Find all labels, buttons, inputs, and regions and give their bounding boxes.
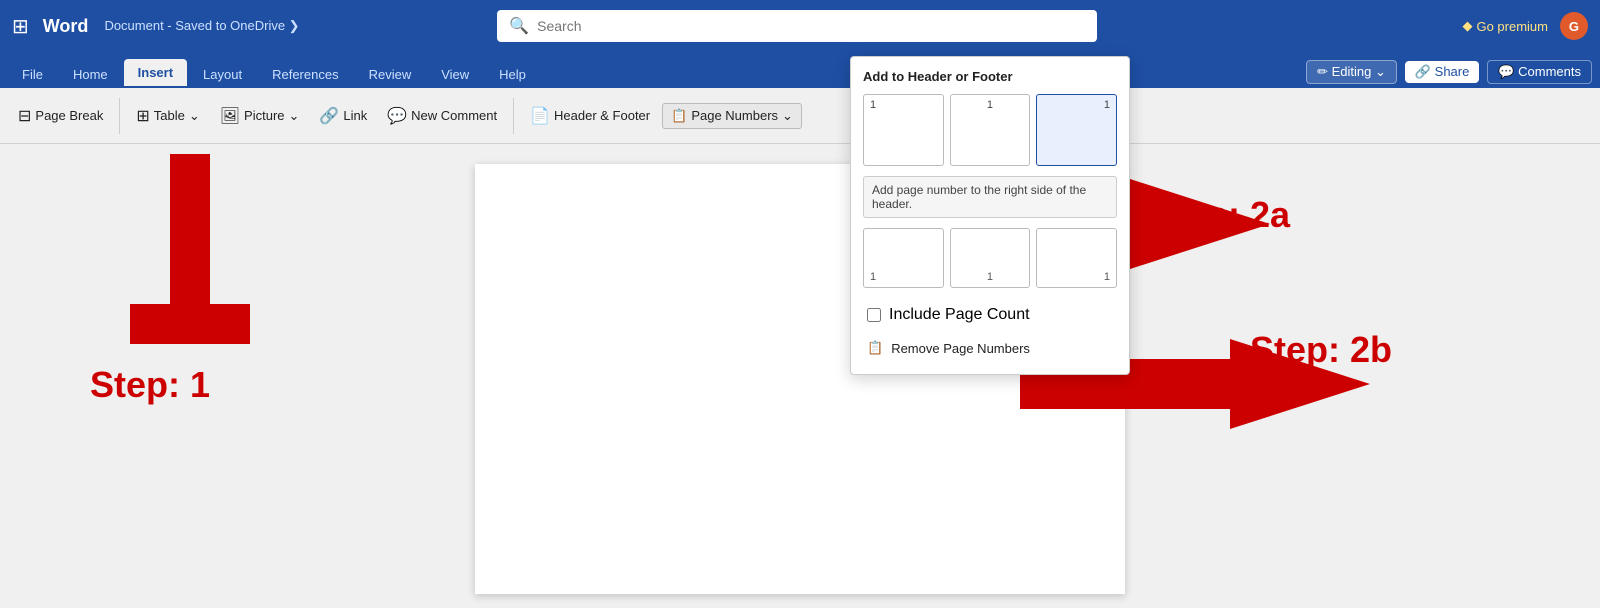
document-area — [0, 144, 1600, 608]
comment-icon: 💬 — [387, 106, 407, 126]
tooltip-box: Add page number to the right side of the… — [863, 176, 1117, 218]
ribbon-toolbar: ⊟ Page Break ⊞ Table ⌄ 🖼 Picture ⌄ 🔗 Lin… — [0, 88, 1600, 144]
page-numbers-icon: 📋 — [671, 108, 687, 124]
page-number-bottom-grid: 1 1 1 — [863, 228, 1117, 288]
tab-insert[interactable]: Insert — [124, 59, 187, 88]
header-footer-button[interactable]: 📄 Header & Footer — [522, 102, 658, 130]
comments-button[interactable]: 💬 Comments — [1487, 60, 1592, 84]
picture-icon: 🖼 — [220, 106, 240, 126]
page-break-icon: ⊟ — [18, 106, 31, 126]
table-icon: ⊞ — [136, 106, 149, 126]
link-button[interactable]: 🔗 Link — [311, 102, 375, 130]
page-number-top-grid: 1 1 1 — [863, 94, 1117, 166]
table-chevron-icon: ⌄ — [189, 108, 200, 124]
page-numbers-dropdown: Add to Header or Footer 1 1 1 Add page n… — [850, 56, 1130, 375]
main-area: Step: 1 Step: 2a Step: 2b — [0, 144, 1600, 608]
document-label: Document - Saved to OneDrive ❯ — [104, 18, 299, 34]
link-icon: 🔗 — [319, 106, 339, 126]
page-num-left-bottom[interactable]: 1 — [863, 228, 944, 288]
diamond-icon: ◆ — [1462, 18, 1472, 34]
page-num-center-bottom[interactable]: 1 — [950, 228, 1031, 288]
page-numbers-button[interactable]: 📋 Page Numbers ⌄ — [662, 103, 802, 129]
picture-button[interactable]: 🖼 Picture ⌄ — [212, 102, 308, 130]
page-num-left-top[interactable]: 1 — [863, 94, 944, 166]
tab-file[interactable]: File — [8, 61, 57, 88]
separator-1 — [119, 98, 120, 134]
page-num-right-bottom[interactable]: 1 — [1036, 228, 1117, 288]
avatar[interactable]: G — [1560, 12, 1588, 40]
include-page-count-input[interactable] — [867, 308, 881, 322]
tab-view[interactable]: View — [427, 61, 483, 88]
page-num-center-top[interactable]: 1 — [950, 94, 1031, 166]
page-num-right-top[interactable]: 1 — [1036, 94, 1117, 166]
tab-review[interactable]: Review — [355, 61, 426, 88]
header-footer-icon: 📄 — [530, 106, 550, 126]
picture-chevron-icon: ⌄ — [289, 108, 300, 124]
remove-page-numbers-btn[interactable]: 📋 Remove Page Numbers — [863, 334, 1117, 362]
tab-help[interactable]: Help — [485, 61, 540, 88]
title-bar: ⊞ Word Document - Saved to OneDrive ❯ 🔍 … — [0, 0, 1600, 52]
ribbon-tab-bar: File Home Insert Layout References Revie… — [0, 52, 1600, 88]
dropdown-title: Add to Header or Footer — [863, 69, 1117, 84]
title-bar-right: ◆ Go premium G — [1462, 12, 1588, 40]
go-premium-btn[interactable]: ◆ Go premium — [1462, 18, 1548, 34]
include-page-count-checkbox[interactable]: Include Page Count — [863, 300, 1117, 330]
page-break-button[interactable]: ⊟ Page Break — [10, 102, 111, 130]
tab-home[interactable]: Home — [59, 61, 122, 88]
page-numbers-chevron-icon: ⌄ — [782, 108, 793, 124]
table-button[interactable]: ⊞ Table ⌄ — [128, 102, 207, 130]
editing-button[interactable]: ✏ Editing ⌄ — [1306, 60, 1397, 84]
tab-references[interactable]: References — [258, 61, 352, 88]
apps-icon[interactable]: ⊞ — [12, 14, 29, 39]
word-label: Word — [43, 16, 89, 37]
search-input[interactable] — [537, 18, 1085, 34]
search-box[interactable]: 🔍 — [497, 10, 1097, 42]
share-button[interactable]: 🔗 Share — [1405, 61, 1480, 83]
ribbon-right: ✏ Editing ⌄ 🔗 Share 💬 Comments — [1306, 60, 1592, 88]
tab-layout[interactable]: Layout — [189, 61, 256, 88]
new-comment-button[interactable]: 💬 New Comment — [379, 102, 505, 130]
search-icon: 🔍 — [509, 16, 529, 36]
separator-2 — [513, 98, 514, 134]
remove-icon: 📋 — [867, 340, 883, 356]
